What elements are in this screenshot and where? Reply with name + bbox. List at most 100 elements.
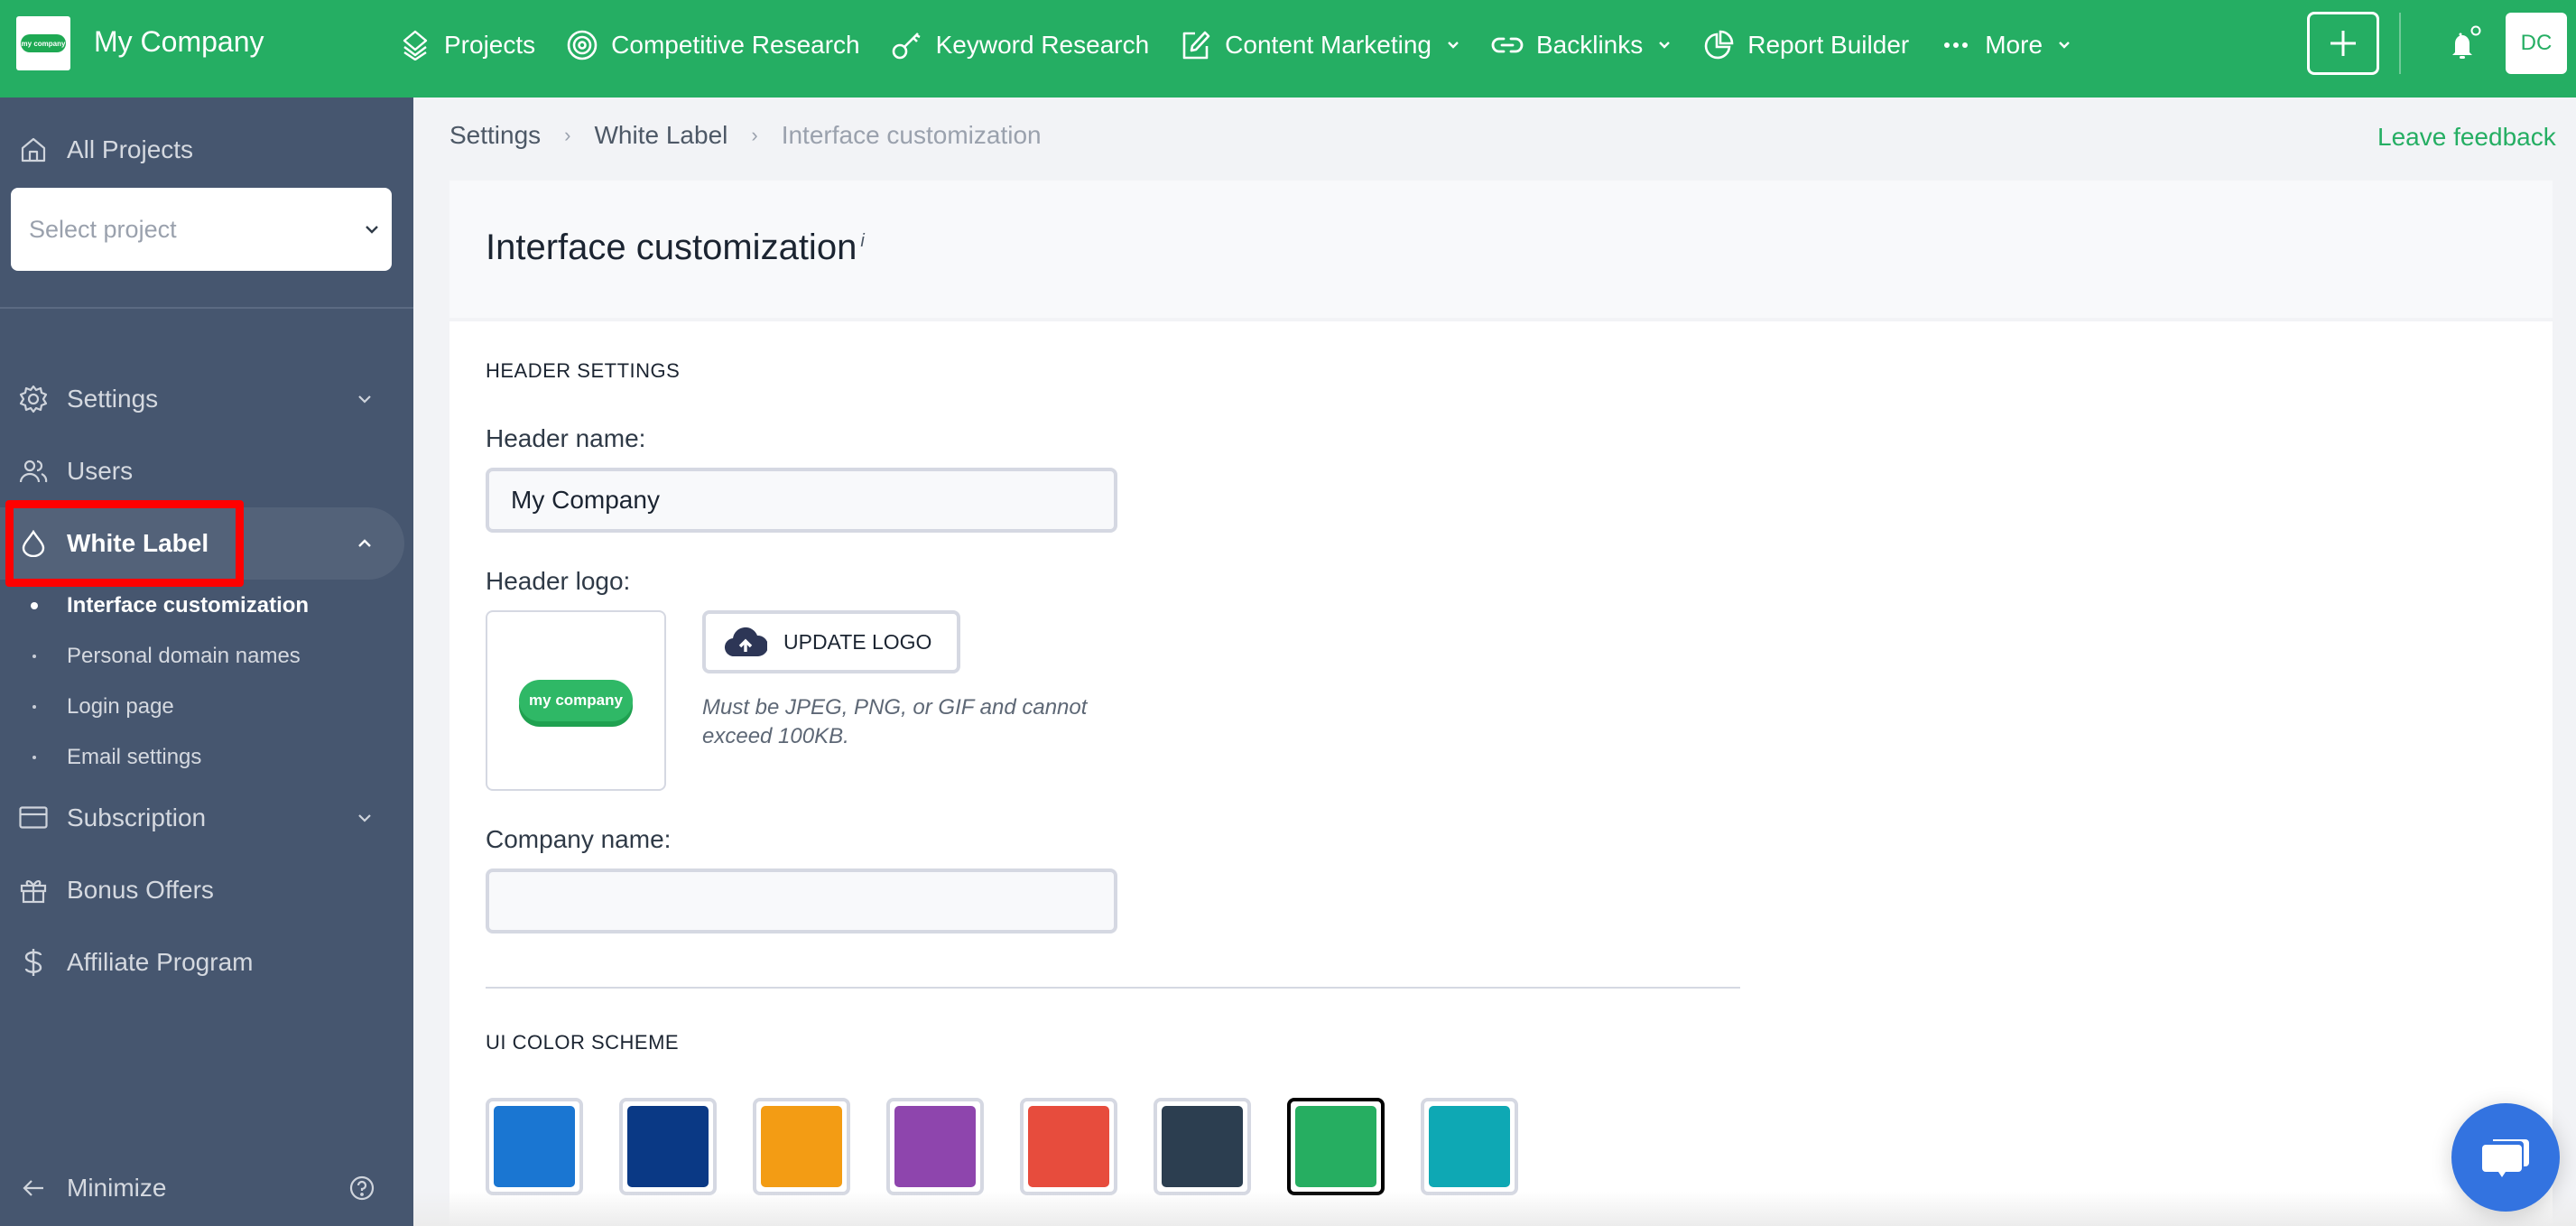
- gear-icon: [18, 384, 49, 414]
- bullet-icon: [32, 655, 36, 658]
- main-nav: Projects Competitive Research Keyword Re…: [399, 0, 2102, 90]
- logo-hint: Must be JPEG, PNG, or GIF and cannot exc…: [702, 695, 1088, 748]
- chevron-up-icon: [358, 539, 371, 547]
- color-swatch-fill: [1162, 1106, 1243, 1187]
- chevron-down-icon: [358, 395, 371, 404]
- nav-more[interactable]: More: [1940, 29, 2071, 61]
- sidebar-subitem-label: Personal domain names: [67, 644, 301, 668]
- color-swatch[interactable]: [1287, 1098, 1385, 1195]
- sidebar-subitem-label: Interface customization: [67, 593, 310, 618]
- chevron-down-icon: [366, 226, 378, 234]
- nav-label: Backlinks: [1535, 31, 1644, 59]
- company-name-label: Company name:: [486, 825, 672, 853]
- sidebar-item-label: Settings: [67, 385, 159, 413]
- color-swatch[interactable]: [619, 1098, 717, 1195]
- breadcrumb: Settings › White Label › Interface custo…: [449, 121, 1042, 150]
- chevron-down-icon: [358, 814, 371, 822]
- color-swatch[interactable]: [753, 1098, 850, 1195]
- sidebar-divider: [0, 307, 413, 309]
- color-swatch-fill: [1429, 1106, 1510, 1187]
- breadcrumb-current: Interface customization: [781, 121, 1042, 149]
- top-navbar: my company My Company Projects Competiti…: [0, 0, 2576, 98]
- color-swatch[interactable]: [1154, 1098, 1251, 1195]
- sidebar-item-label: Affiliate Program: [67, 948, 254, 976]
- info-icon[interactable]: i: [860, 231, 864, 251]
- color-swatch-fill: [627, 1106, 709, 1187]
- breadcrumb-settings[interactable]: Settings: [449, 121, 541, 150]
- nav-report-builder[interactable]: Report Builder: [1702, 29, 1909, 61]
- sidebar-subitem-login-page[interactable]: Login page: [0, 684, 413, 729]
- chevron-down-icon: [1448, 42, 1459, 49]
- bullet-icon: [32, 756, 36, 759]
- nav-content-marketing[interactable]: Content Marketing: [1180, 29, 1460, 61]
- user-avatar[interactable]: DC: [2506, 13, 2567, 74]
- arrow-left-icon: [18, 1173, 49, 1203]
- settings-form: HEADER SETTINGS Header name: Header logo…: [449, 321, 2553, 1226]
- nav-backlinks[interactable]: Backlinks: [1491, 29, 1672, 61]
- minimize-sidebar-button[interactable]: Minimize: [0, 1161, 413, 1215]
- color-swatch-fill: [494, 1106, 575, 1187]
- color-swatch-fill: [1295, 1106, 1376, 1187]
- logo-preview-text: my company: [519, 680, 633, 721]
- sidebar-item-settings[interactable]: Settings: [0, 372, 413, 426]
- cloud-upload-icon: [725, 627, 767, 657]
- color-swatch[interactable]: [1421, 1098, 1518, 1195]
- chat-bubbles-icon: [2482, 1139, 2529, 1177]
- color-swatch-fill: [1028, 1106, 1109, 1187]
- sidebar-item-bonus-offers[interactable]: Bonus Offers: [0, 863, 413, 917]
- sidebar-subitem-personal-domain-names[interactable]: Personal domain names: [0, 634, 413, 679]
- logo-text: my company: [21, 34, 66, 52]
- sidebar-subitem-email-settings[interactable]: Email settings: [0, 735, 413, 780]
- sidebar-item-users[interactable]: Users: [0, 444, 413, 498]
- sidebar-item-all-projects[interactable]: All Projects: [0, 123, 413, 177]
- color-swatch[interactable]: [886, 1098, 984, 1195]
- home-icon: [18, 135, 49, 165]
- nav-projects[interactable]: Projects: [399, 29, 535, 61]
- chevron-down-icon: [2059, 42, 2070, 49]
- link-icon: [1491, 29, 1524, 61]
- nav-label: More: [1985, 31, 2043, 59]
- nav-competitive-research[interactable]: Competitive Research: [566, 29, 860, 61]
- color-swatch[interactable]: [1020, 1098, 1117, 1195]
- section-title-header-settings: HEADER SETTINGS: [486, 359, 681, 382]
- bell-icon[interactable]: [2442, 25, 2482, 65]
- sidebar-item-affiliate-program[interactable]: Affiliate Program: [0, 935, 413, 989]
- bullet-icon: [31, 602, 38, 609]
- sidebar-subitem-label: Login page: [67, 694, 174, 719]
- help-circle-icon[interactable]: [348, 1175, 375, 1202]
- company-name-input[interactable]: [486, 868, 1117, 933]
- bullet-icon: [32, 705, 36, 709]
- target-icon: [566, 29, 598, 61]
- color-swatch-list: [486, 1098, 1554, 1195]
- color-swatch[interactable]: [486, 1098, 583, 1195]
- add-button[interactable]: [2307, 12, 2379, 75]
- header-name-input[interactable]: [486, 468, 1117, 533]
- sidebar-subitem-label: Email settings: [67, 745, 202, 769]
- sidebar: All Projects Select project Settings Use…: [0, 98, 413, 1226]
- select-project-dropdown[interactable]: Select project: [11, 188, 392, 271]
- sidebar-item-label: All Projects: [67, 135, 194, 163]
- sidebar-item-label: Bonus Offers: [67, 876, 214, 904]
- key-icon: [891, 29, 923, 61]
- page-title-text: Interface customization: [486, 228, 857, 267]
- annotation-highlight-box: [5, 500, 244, 587]
- sidebar-item-label: Users: [67, 457, 134, 485]
- leave-feedback-link[interactable]: Leave feedback: [2377, 123, 2556, 152]
- sidebar-item-subscription[interactable]: Subscription: [0, 791, 413, 845]
- header-logo-preview: my company: [486, 610, 666, 791]
- sidebar-item-label: Subscription: [67, 803, 207, 831]
- header-logo-label: Header logo:: [486, 567, 631, 595]
- brand-name[interactable]: My Company: [94, 25, 264, 59]
- color-swatch-fill: [761, 1106, 842, 1187]
- plus-icon: [2330, 31, 2356, 56]
- page-title: Interface customization i: [486, 228, 865, 268]
- nav-keyword-research[interactable]: Keyword Research: [891, 29, 1149, 61]
- color-swatch-fill: [894, 1106, 976, 1187]
- minimize-label: Minimize: [67, 1174, 167, 1202]
- update-logo-button[interactable]: UPDATE LOGO: [702, 610, 960, 673]
- sidebar-subitem-interface-customization[interactable]: Interface customization: [0, 583, 413, 628]
- company-logo[interactable]: my company: [16, 16, 70, 70]
- chat-widget-button[interactable]: [2451, 1103, 2560, 1212]
- breadcrumb-white-label[interactable]: White Label: [595, 121, 728, 150]
- page-header-card: Interface customization i: [449, 181, 2553, 318]
